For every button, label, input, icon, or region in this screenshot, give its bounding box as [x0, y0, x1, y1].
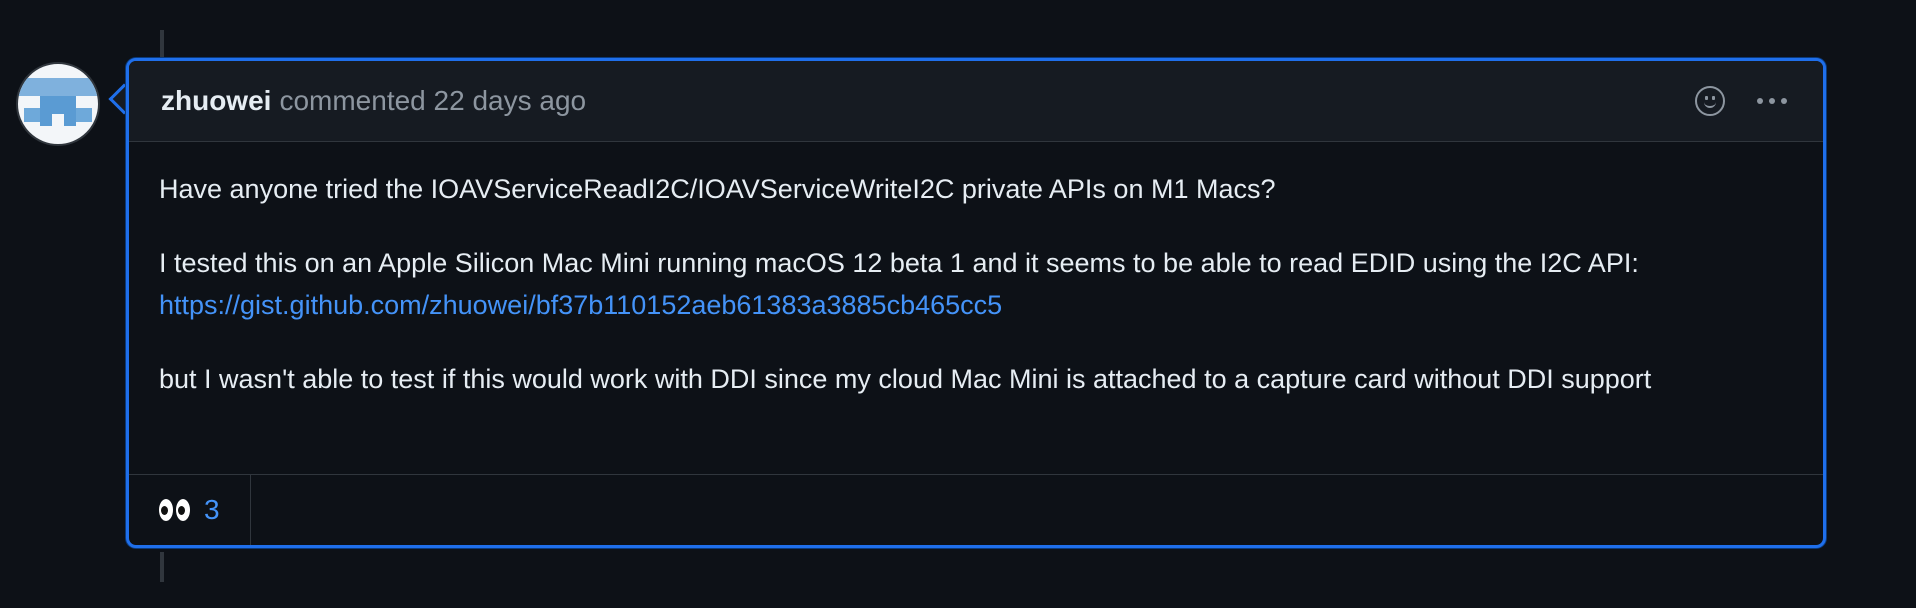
author-link[interactable]: zhuowei: [161, 85, 271, 117]
header-actions: [1695, 61, 1787, 141]
eye-left: [159, 499, 173, 521]
comment-header: zhuowei commented 22 days ago: [129, 61, 1823, 142]
avatar-graphic-band: [18, 78, 98, 96]
gist-link[interactable]: https://gist.github.com/zhuowei/bf37b110…: [159, 290, 1002, 320]
comment-paragraph: Have anyone tried the IOAVServiceReadI2C…: [159, 174, 1276, 204]
comment-paragraph: I tested this on an Apple Silicon Mac Mi…: [159, 242, 1793, 326]
dot: [1769, 98, 1775, 104]
eye-right: [176, 499, 190, 521]
dot: [1781, 98, 1787, 104]
eyes-icon: [159, 499, 190, 521]
dot: [1757, 98, 1763, 104]
comment-body: Have anyone tried the IOAVServiceReadI2C…: [129, 142, 1823, 400]
reactions-bar: 3: [129, 474, 1823, 545]
comment-timestamp[interactable]: commented 22 days ago: [279, 85, 586, 117]
reaction-eyes-button[interactable]: 3: [129, 475, 251, 545]
smiley-mouth: [1704, 100, 1716, 108]
more-options-icon[interactable]: [1757, 98, 1787, 104]
comment-paragraph: but I wasn't able to test if this would …: [159, 364, 1652, 394]
reaction-count: 3: [204, 494, 220, 525]
avatar[interactable]: [16, 62, 100, 146]
timeline-connector-bottom: [160, 552, 164, 582]
timeline-connector-top: [160, 30, 164, 60]
comment-text: I tested this on an Apple Silicon Mac Mi…: [159, 248, 1639, 278]
comment-card: zhuowei commented 22 days ago Have anyon…: [126, 58, 1826, 548]
avatar-graphic-notch: [52, 114, 64, 126]
add-reaction-icon[interactable]: [1695, 86, 1725, 116]
